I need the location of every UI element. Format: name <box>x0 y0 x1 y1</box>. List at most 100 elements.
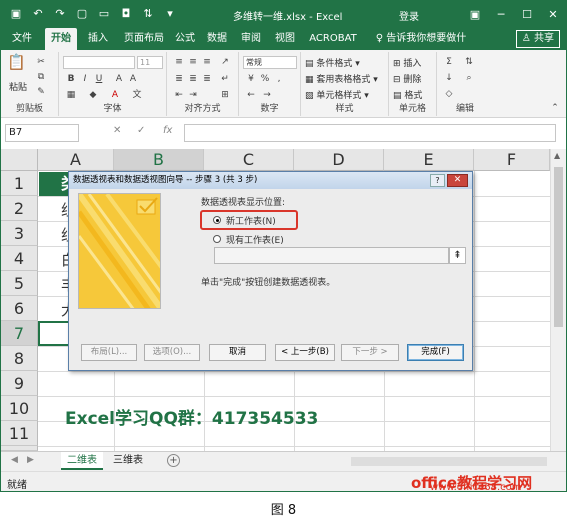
align-center-icon[interactable]: ≣ <box>187 73 199 85</box>
autosum-icon[interactable]: Σ <box>443 56 455 68</box>
row-header-10[interactable]: 10 <box>1 396 38 421</box>
find-icon[interactable]: ⌕ <box>463 72 475 84</box>
row-header-7[interactable]: 7 <box>1 321 38 346</box>
delete-cells-button[interactable]: ⊟ 删除 <box>393 72 421 85</box>
format-as-table-button[interactable]: ▦ 套用表格格式 ▾ <box>305 72 378 85</box>
conditional-format-button[interactable]: ▤ 条件格式 ▾ <box>305 56 360 69</box>
vertical-scrollbar[interactable]: ▲ <box>550 149 566 451</box>
sheet-tab-3d[interactable]: 三维表 <box>107 452 149 470</box>
paste-icon[interactable]: 📋 <box>7 55 26 74</box>
redo-icon[interactable]: ↷ <box>53 7 67 20</box>
login-link[interactable]: 登录 <box>399 8 419 23</box>
add-sheet-icon[interactable]: + <box>167 454 180 467</box>
increase-decimal-icon[interactable]: ← <box>245 89 257 101</box>
options-button[interactable]: 选项(O)... <box>144 344 200 361</box>
undo-icon[interactable]: ↶ <box>31 7 45 20</box>
column-header-b[interactable]: B <box>114 149 204 171</box>
camera-icon[interactable]: ◘ <box>119 7 133 20</box>
close-icon[interactable]: ✕ <box>447 174 468 187</box>
name-box[interactable]: B7 <box>5 124 79 142</box>
clear-icon[interactable]: ◇ <box>443 88 455 100</box>
align-top-icon[interactable]: ≡ <box>173 56 185 68</box>
horizontal-scrollbar[interactable] <box>351 457 547 466</box>
tab-page-layout[interactable]: 页面布局 <box>119 28 169 50</box>
sheet-prev-icon[interactable]: ◀ <box>11 455 18 465</box>
column-header-c[interactable]: C <box>204 149 294 171</box>
existing-sheet-range-input[interactable] <box>214 247 449 264</box>
sort-icon[interactable]: ⇅ <box>141 7 155 20</box>
decrease-indent-icon[interactable]: ⇤ <box>173 89 185 101</box>
decrease-decimal-icon[interactable]: → <box>261 89 273 101</box>
option-new-sheet-label[interactable]: 新工作表(N) <box>226 214 276 227</box>
finish-button[interactable]: 完成(F) <box>407 344 464 361</box>
open-folder-icon[interactable]: ▭ <box>97 7 111 20</box>
cancel-button[interactable]: 取消 <box>209 344 266 361</box>
tab-formulas[interactable]: 公式 <box>171 28 199 50</box>
row-header-6[interactable]: 6 <box>1 296 38 321</box>
column-header-e[interactable]: E <box>384 149 474 171</box>
align-right-icon[interactable]: ≣ <box>201 73 213 85</box>
tab-home[interactable]: 开始 <box>45 28 77 50</box>
range-picker-icon[interactable]: ⇞ <box>449 247 466 264</box>
enter-icon[interactable]: ✓ <box>137 125 145 136</box>
insert-cells-button[interactable]: ⊞ 插入 <box>393 56 421 69</box>
sheet-tab-2d[interactable]: 二维表 <box>61 452 103 470</box>
next-button[interactable]: 下一步 > <box>341 344 399 361</box>
insert-function-icon[interactable]: fx <box>163 125 172 136</box>
font-shrink-icon[interactable]: A <box>127 73 139 85</box>
tab-insert[interactable]: 插入 <box>83 28 113 50</box>
row-header-5[interactable]: 5 <box>1 271 38 296</box>
row-header-11[interactable]: 11 <box>1 421 38 446</box>
back-button[interactable]: < 上一步(B) <box>275 344 335 361</box>
maximize-icon[interactable]: ☐ <box>514 1 540 28</box>
row-header-3[interactable]: 3 <box>1 221 38 246</box>
copy-icon[interactable]: ⧉ <box>35 71 47 83</box>
fill-icon[interactable]: ↓ <box>443 72 455 84</box>
help-icon[interactable]: ? <box>430 174 445 187</box>
tab-file[interactable]: 文件 <box>7 28 37 50</box>
bold-icon[interactable]: B <box>65 73 77 85</box>
sheet-next-icon[interactable]: ▶ <box>27 455 34 465</box>
increase-indent-icon[interactable]: ⇥ <box>187 89 199 101</box>
tab-view[interactable]: 视图 <box>271 28 299 50</box>
font-name-combo[interactable] <box>63 56 135 69</box>
row-header-4[interactable]: 4 <box>1 246 38 271</box>
cell-styles-button[interactable]: ▧ 单元格样式 ▾ <box>305 88 369 101</box>
format-cells-button[interactable]: ▤ 格式 <box>393 88 422 101</box>
sort-filter-icon[interactable]: ⇅ <box>463 56 475 68</box>
font-color-icon[interactable]: A <box>109 89 121 101</box>
italic-icon[interactable]: I <box>79 73 91 85</box>
tell-me-box[interactable]: ♀ 告诉我你想要做什么 <box>371 28 471 66</box>
row-header-9[interactable]: 9 <box>1 371 38 396</box>
close-icon[interactable]: ✕ <box>540 1 566 28</box>
align-left-icon[interactable]: ≣ <box>173 73 185 85</box>
tab-review[interactable]: 审阅 <box>237 28 265 50</box>
tab-acrobat[interactable]: ACROBAT <box>307 28 359 50</box>
wrap-text-icon[interactable]: ↵ <box>219 73 231 85</box>
cancel-icon[interactable]: ✕ <box>113 125 121 136</box>
underline-icon[interactable]: U <box>93 73 105 85</box>
row-header-1[interactable]: 1 <box>1 171 38 196</box>
format-painter-icon[interactable]: ✎ <box>35 86 47 98</box>
font-grow-icon[interactable]: A <box>113 73 125 85</box>
cell-a1[interactable]: 类 <box>39 172 77 196</box>
fill-color-icon[interactable]: ◆ <box>87 89 99 101</box>
currency-icon[interactable]: ¥ <box>245 73 257 85</box>
formula-input[interactable] <box>184 124 556 142</box>
layout-button[interactable]: 布局(L)... <box>81 344 137 361</box>
scroll-thumb[interactable] <box>554 167 563 327</box>
font-size-combo[interactable]: 11 <box>137 56 163 69</box>
orientation-icon[interactable]: ↗ <box>219 56 231 68</box>
paste-label[interactable]: 粘贴 <box>9 80 27 93</box>
merge-center-icon[interactable]: ⊞ <box>219 89 231 101</box>
scroll-up-icon[interactable]: ▲ <box>554 151 560 160</box>
column-header-d[interactable]: D <box>294 149 384 171</box>
cut-icon[interactable]: ✂ <box>35 56 47 68</box>
align-bottom-icon[interactable]: ≡ <box>201 56 213 68</box>
ribbon-display-icon[interactable]: ▣ <box>462 1 488 28</box>
tab-data[interactable]: 数据 <box>203 28 231 50</box>
collapse-ribbon-icon[interactable]: ⌃ <box>549 102 561 114</box>
column-header-a[interactable]: A <box>38 149 114 171</box>
number-format-combo[interactable]: 常规 <box>243 56 297 69</box>
minimize-icon[interactable]: ─ <box>488 1 514 28</box>
